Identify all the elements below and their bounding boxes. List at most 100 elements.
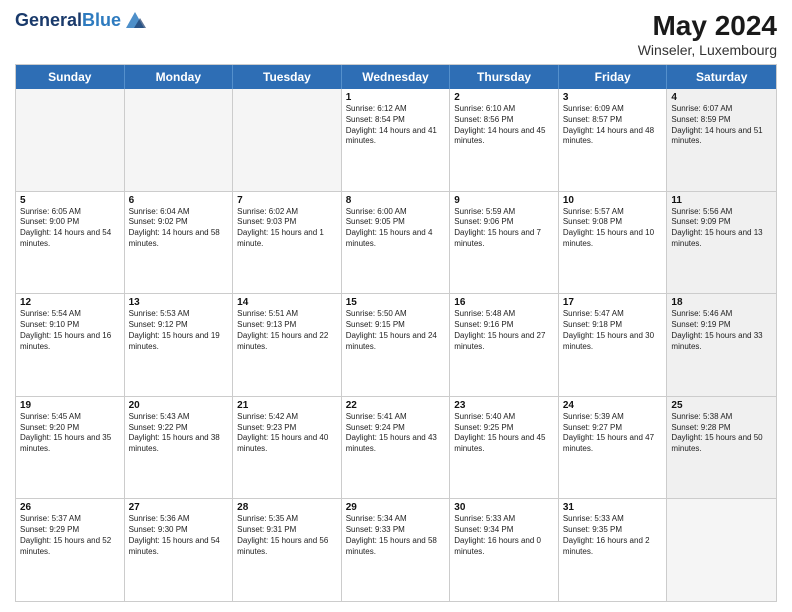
calendar-header: SundayMondayTuesdayWednesdayThursdayFrid… — [16, 65, 776, 89]
day-number: 23 — [454, 400, 554, 411]
calendar-cell — [16, 89, 125, 191]
day-number: 29 — [346, 502, 446, 513]
calendar-cell: 26Sunrise: 5:37 AM Sunset: 9:29 PM Dayli… — [16, 499, 125, 601]
calendar-cell: 4Sunrise: 6:07 AM Sunset: 8:59 PM Daylig… — [667, 89, 776, 191]
day-header-sunday: Sunday — [16, 65, 125, 89]
cell-info: Sunrise: 6:05 AM Sunset: 9:00 PM Dayligh… — [20, 207, 120, 250]
cell-info: Sunrise: 6:09 AM Sunset: 8:57 PM Dayligh… — [563, 104, 663, 147]
calendar-cell: 31Sunrise: 5:33 AM Sunset: 9:35 PM Dayli… — [559, 499, 668, 601]
calendar-cell: 2Sunrise: 6:10 AM Sunset: 8:56 PM Daylig… — [450, 89, 559, 191]
cell-info: Sunrise: 6:04 AM Sunset: 9:02 PM Dayligh… — [129, 207, 229, 250]
calendar-cell: 3Sunrise: 6:09 AM Sunset: 8:57 PM Daylig… — [559, 89, 668, 191]
day-number: 6 — [129, 195, 229, 206]
cell-info: Sunrise: 6:00 AM Sunset: 9:05 PM Dayligh… — [346, 207, 446, 250]
calendar-cell — [233, 89, 342, 191]
location: Winseler, Luxembourg — [638, 42, 777, 58]
cell-info: Sunrise: 5:38 AM Sunset: 9:28 PM Dayligh… — [671, 412, 772, 455]
cell-info: Sunrise: 5:53 AM Sunset: 9:12 PM Dayligh… — [129, 309, 229, 352]
logo-text: GeneralBlue — [15, 11, 121, 31]
day-number: 9 — [454, 195, 554, 206]
calendar-cell: 18Sunrise: 5:46 AM Sunset: 9:19 PM Dayli… — [667, 294, 776, 396]
cell-info: Sunrise: 5:40 AM Sunset: 9:25 PM Dayligh… — [454, 412, 554, 455]
cell-info: Sunrise: 6:12 AM Sunset: 8:54 PM Dayligh… — [346, 104, 446, 147]
day-number: 2 — [454, 92, 554, 103]
day-number: 26 — [20, 502, 120, 513]
cell-info: Sunrise: 6:10 AM Sunset: 8:56 PM Dayligh… — [454, 104, 554, 147]
day-number: 17 — [563, 297, 663, 308]
day-number: 16 — [454, 297, 554, 308]
day-header-saturday: Saturday — [667, 65, 776, 89]
calendar-row-2: 5Sunrise: 6:05 AM Sunset: 9:00 PM Daylig… — [16, 192, 776, 295]
logo: GeneralBlue — [15, 10, 146, 32]
calendar-cell: 20Sunrise: 5:43 AM Sunset: 9:22 PM Dayli… — [125, 397, 234, 499]
cell-info: Sunrise: 5:50 AM Sunset: 9:15 PM Dayligh… — [346, 309, 446, 352]
calendar-cell: 11Sunrise: 5:56 AM Sunset: 9:09 PM Dayli… — [667, 192, 776, 294]
calendar-cell: 30Sunrise: 5:33 AM Sunset: 9:34 PM Dayli… — [450, 499, 559, 601]
calendar-cell: 6Sunrise: 6:04 AM Sunset: 9:02 PM Daylig… — [125, 192, 234, 294]
calendar-cell: 15Sunrise: 5:50 AM Sunset: 9:15 PM Dayli… — [342, 294, 451, 396]
calendar-cell: 17Sunrise: 5:47 AM Sunset: 9:18 PM Dayli… — [559, 294, 668, 396]
cell-info: Sunrise: 6:07 AM Sunset: 8:59 PM Dayligh… — [671, 104, 772, 147]
page: GeneralBlue May 2024 Winseler, Luxembour… — [0, 0, 792, 612]
day-header-thursday: Thursday — [450, 65, 559, 89]
calendar-cell — [125, 89, 234, 191]
calendar-cell: 21Sunrise: 5:42 AM Sunset: 9:23 PM Dayli… — [233, 397, 342, 499]
calendar-row-3: 12Sunrise: 5:54 AM Sunset: 9:10 PM Dayli… — [16, 294, 776, 397]
header: GeneralBlue May 2024 Winseler, Luxembour… — [15, 10, 777, 58]
cell-info: Sunrise: 5:48 AM Sunset: 9:16 PM Dayligh… — [454, 309, 554, 352]
day-header-tuesday: Tuesday — [233, 65, 342, 89]
calendar-cell: 13Sunrise: 5:53 AM Sunset: 9:12 PM Dayli… — [125, 294, 234, 396]
calendar-cell: 10Sunrise: 5:57 AM Sunset: 9:08 PM Dayli… — [559, 192, 668, 294]
cell-info: Sunrise: 5:34 AM Sunset: 9:33 PM Dayligh… — [346, 514, 446, 557]
calendar-cell: 22Sunrise: 5:41 AM Sunset: 9:24 PM Dayli… — [342, 397, 451, 499]
calendar-cell: 7Sunrise: 6:02 AM Sunset: 9:03 PM Daylig… — [233, 192, 342, 294]
day-number: 15 — [346, 297, 446, 308]
day-number: 5 — [20, 195, 120, 206]
cell-info: Sunrise: 5:33 AM Sunset: 9:34 PM Dayligh… — [454, 514, 554, 557]
month-title: May 2024 — [638, 10, 777, 42]
cell-info: Sunrise: 5:37 AM Sunset: 9:29 PM Dayligh… — [20, 514, 120, 557]
day-number: 25 — [671, 400, 772, 411]
cell-info: Sunrise: 5:35 AM Sunset: 9:31 PM Dayligh… — [237, 514, 337, 557]
day-number: 31 — [563, 502, 663, 513]
day-number: 14 — [237, 297, 337, 308]
day-number: 3 — [563, 92, 663, 103]
calendar-cell: 5Sunrise: 6:05 AM Sunset: 9:00 PM Daylig… — [16, 192, 125, 294]
day-number: 1 — [346, 92, 446, 103]
title-block: May 2024 Winseler, Luxembourg — [638, 10, 777, 58]
day-number: 20 — [129, 400, 229, 411]
cell-info: Sunrise: 5:57 AM Sunset: 9:08 PM Dayligh… — [563, 207, 663, 250]
calendar-body: 1Sunrise: 6:12 AM Sunset: 8:54 PM Daylig… — [16, 89, 776, 601]
cell-info: Sunrise: 5:54 AM Sunset: 9:10 PM Dayligh… — [20, 309, 120, 352]
cell-info: Sunrise: 5:43 AM Sunset: 9:22 PM Dayligh… — [129, 412, 229, 455]
calendar-cell: 9Sunrise: 5:59 AM Sunset: 9:06 PM Daylig… — [450, 192, 559, 294]
cell-info: Sunrise: 5:36 AM Sunset: 9:30 PM Dayligh… — [129, 514, 229, 557]
cell-info: Sunrise: 5:41 AM Sunset: 9:24 PM Dayligh… — [346, 412, 446, 455]
day-number: 13 — [129, 297, 229, 308]
day-number: 30 — [454, 502, 554, 513]
day-number: 28 — [237, 502, 337, 513]
day-header-friday: Friday — [559, 65, 668, 89]
cell-info: Sunrise: 5:47 AM Sunset: 9:18 PM Dayligh… — [563, 309, 663, 352]
calendar-cell: 24Sunrise: 5:39 AM Sunset: 9:27 PM Dayli… — [559, 397, 668, 499]
calendar-cell: 29Sunrise: 5:34 AM Sunset: 9:33 PM Dayli… — [342, 499, 451, 601]
day-number: 18 — [671, 297, 772, 308]
cell-info: Sunrise: 5:42 AM Sunset: 9:23 PM Dayligh… — [237, 412, 337, 455]
cell-info: Sunrise: 5:33 AM Sunset: 9:35 PM Dayligh… — [563, 514, 663, 557]
cell-info: Sunrise: 5:59 AM Sunset: 9:06 PM Dayligh… — [454, 207, 554, 250]
calendar-row-5: 26Sunrise: 5:37 AM Sunset: 9:29 PM Dayli… — [16, 499, 776, 601]
cell-info: Sunrise: 5:39 AM Sunset: 9:27 PM Dayligh… — [563, 412, 663, 455]
day-number: 24 — [563, 400, 663, 411]
calendar-cell: 12Sunrise: 5:54 AM Sunset: 9:10 PM Dayli… — [16, 294, 125, 396]
day-number: 7 — [237, 195, 337, 206]
day-number: 21 — [237, 400, 337, 411]
calendar-cell: 16Sunrise: 5:48 AM Sunset: 9:16 PM Dayli… — [450, 294, 559, 396]
cell-info: Sunrise: 5:46 AM Sunset: 9:19 PM Dayligh… — [671, 309, 772, 352]
day-number: 10 — [563, 195, 663, 206]
day-header-wednesday: Wednesday — [342, 65, 451, 89]
calendar-cell: 14Sunrise: 5:51 AM Sunset: 9:13 PM Dayli… — [233, 294, 342, 396]
cell-info: Sunrise: 5:45 AM Sunset: 9:20 PM Dayligh… — [20, 412, 120, 455]
calendar-cell: 27Sunrise: 5:36 AM Sunset: 9:30 PM Dayli… — [125, 499, 234, 601]
day-number: 19 — [20, 400, 120, 411]
day-number: 22 — [346, 400, 446, 411]
